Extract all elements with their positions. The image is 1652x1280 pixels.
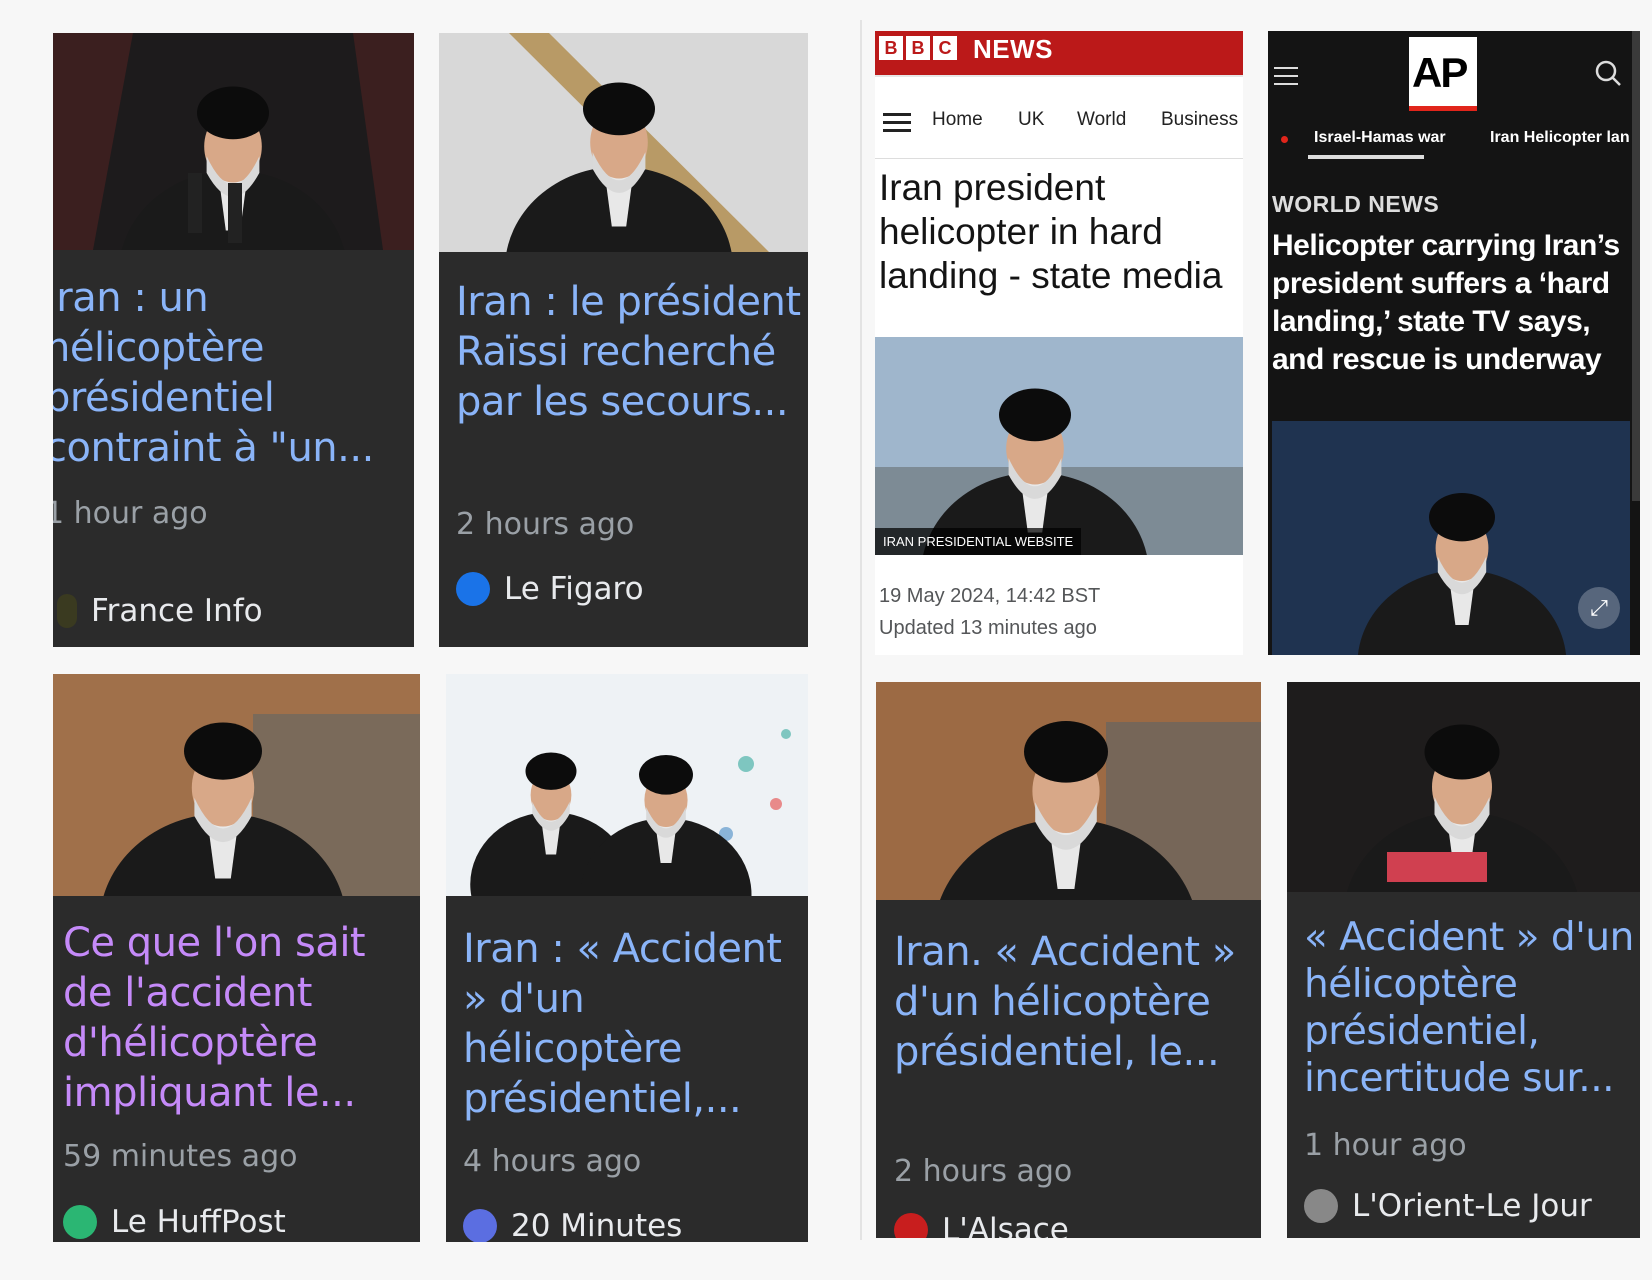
ap-logo[interactable]: AP bbox=[1409, 37, 1477, 111]
news-card-title[interactable]: Iran : « Accident » d'un hélicoptère pré… bbox=[463, 924, 803, 1124]
20-minutes-icon bbox=[463, 1209, 497, 1242]
news-source-label: Le HuffPost bbox=[111, 1204, 286, 1240]
ap-news-article[interactable]: AP Israel-Hamas war Iran Helicopter lan … bbox=[1268, 31, 1640, 655]
news-card-photo bbox=[876, 682, 1261, 900]
bbc-headline: Iran president helicopter in hard landin… bbox=[879, 167, 1223, 296]
ap-photo bbox=[1272, 421, 1630, 655]
news-card-title[interactable]: Ce que l'on sait de l'accident d'hélicop… bbox=[63, 918, 413, 1118]
expand-icon[interactable]: ⤢ bbox=[1578, 587, 1620, 629]
news-card-2[interactable]: Iran : le président Raïssi recherché par… bbox=[439, 33, 808, 647]
news-card-photo bbox=[53, 33, 414, 250]
news-card-time: 4 hours ago bbox=[463, 1144, 642, 1179]
section-kicker: WORLD NEWS bbox=[1272, 191, 1440, 217]
scrollbar[interactable] bbox=[1632, 31, 1640, 501]
news-card-time: 1 hour ago bbox=[53, 496, 208, 531]
news-card-time: 2 hours ago bbox=[894, 1154, 1073, 1189]
l-alsace-icon bbox=[894, 1213, 928, 1238]
news-source-label: 20 Minutes bbox=[511, 1208, 683, 1242]
news-card-photo bbox=[446, 674, 808, 896]
live-dot-icon bbox=[1281, 136, 1288, 143]
bbc-news-article[interactable]: B B C NEWS Home UK World Business Iran p… bbox=[875, 31, 1243, 655]
bbc-nav-bar: Home UK World Business bbox=[875, 75, 1243, 159]
news-card-4[interactable]: Iran : « Accident » d'un hélicoptère pré… bbox=[446, 674, 808, 1242]
news-source-label: France Info bbox=[91, 593, 263, 629]
news-card-photo bbox=[1287, 682, 1640, 892]
news-source-label: L'Orient-Le Jour bbox=[1352, 1188, 1592, 1224]
tab-israel-hamas[interactable]: Israel-Hamas war bbox=[1314, 129, 1446, 147]
news-card-title[interactable]: Iran. « Accident » d'un hélicoptère prés… bbox=[894, 927, 1254, 1077]
nav-home[interactable]: Home bbox=[932, 109, 983, 131]
news-card-5[interactable]: Iran. « Accident » d'un hélicoptère prés… bbox=[876, 682, 1261, 1238]
news-card-1[interactable]: Iran : un hélicoptère présidentiel contr… bbox=[53, 33, 414, 647]
news-card-3[interactable]: Ce que l'on sait de l'accident d'hélicop… bbox=[53, 674, 420, 1242]
article-date: 19 May 2024, 14:42 BST bbox=[879, 585, 1101, 607]
news-card-photo bbox=[439, 33, 808, 252]
active-tab-indicator bbox=[1308, 155, 1424, 159]
search-icon[interactable] bbox=[1594, 59, 1622, 87]
news-card-source[interactable]: L'Orient-Le Jour bbox=[1304, 1188, 1592, 1224]
news-card-source[interactable]: 20 Minutes bbox=[463, 1208, 682, 1242]
news-card-source[interactable]: France Info bbox=[57, 593, 263, 629]
news-card-title[interactable]: Iran : le président Raïssi recherché par… bbox=[456, 277, 801, 427]
france-info-icon bbox=[57, 594, 77, 628]
news-card-title[interactable]: Iran : un hélicoptère présidentiel contr… bbox=[53, 273, 405, 473]
ap-headline: Helicopter carrying Iran’s president suf… bbox=[1272, 229, 1620, 376]
news-card-6[interactable]: « Accident » d'un hélicoptère présidenti… bbox=[1287, 682, 1640, 1238]
menu-icon[interactable] bbox=[1274, 67, 1298, 91]
divider bbox=[860, 20, 862, 1240]
news-source-label: L'Alsace bbox=[942, 1212, 1069, 1238]
news-card-source[interactable]: Le HuffPost bbox=[63, 1204, 286, 1240]
huffpost-icon bbox=[63, 1205, 97, 1239]
news-card-time: 2 hours ago bbox=[456, 507, 635, 542]
photo-credit: IRAN PRESIDENTIAL WEBSITE bbox=[875, 528, 1082, 555]
news-card-time: 1 hour ago bbox=[1304, 1128, 1467, 1163]
bbc-photo bbox=[875, 337, 1243, 555]
news-card-time: 59 minutes ago bbox=[63, 1139, 298, 1174]
bbc-news-brand: NEWS bbox=[973, 34, 1053, 64]
news-card-source[interactable]: L'Alsace bbox=[894, 1212, 1069, 1238]
tab-iran-helicopter[interactable]: Iran Helicopter lan bbox=[1490, 129, 1630, 147]
news-card-title[interactable]: « Accident » d'un hélicoptère présidenti… bbox=[1304, 914, 1639, 1102]
nav-uk[interactable]: UK bbox=[1018, 109, 1044, 131]
nav-business[interactable]: Business bbox=[1161, 109, 1238, 131]
orient-le-jour-icon bbox=[1304, 1189, 1338, 1223]
bbc-header-bar: B B C NEWS bbox=[875, 31, 1243, 75]
news-card-photo bbox=[53, 674, 420, 896]
nav-world[interactable]: World bbox=[1077, 109, 1126, 131]
menu-icon[interactable] bbox=[883, 113, 911, 133]
news-card-source[interactable]: Le Figaro bbox=[456, 571, 644, 607]
le-figaro-icon bbox=[456, 572, 490, 606]
article-updated: Updated 13 minutes ago bbox=[879, 617, 1097, 639]
news-source-label: Le Figaro bbox=[504, 571, 644, 607]
bbc-logo[interactable]: B B C bbox=[879, 36, 957, 60]
